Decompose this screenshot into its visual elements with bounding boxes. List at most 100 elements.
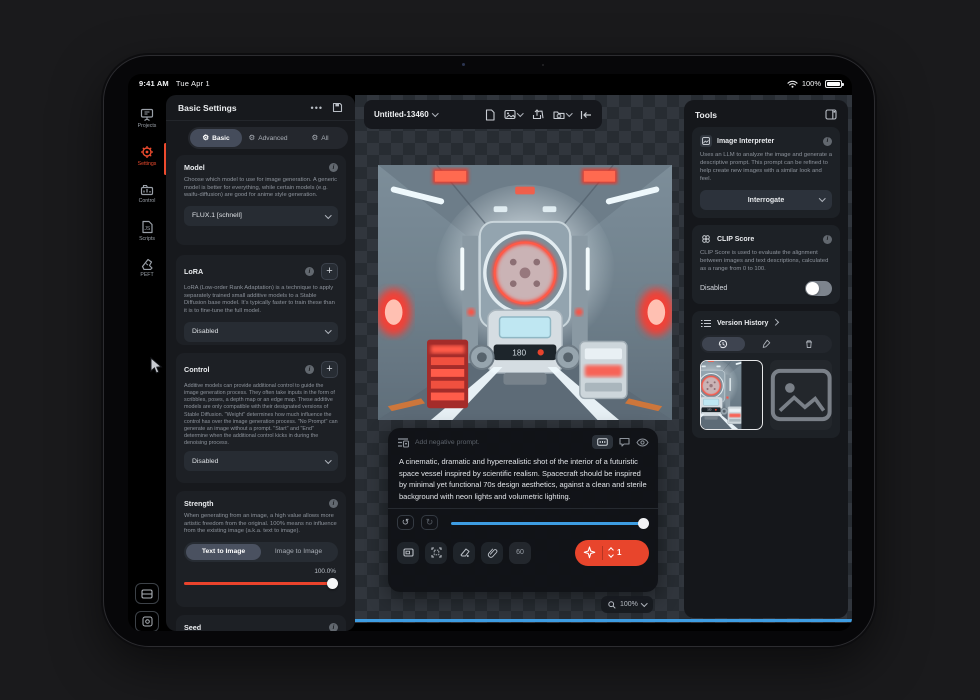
insert-image-button[interactable] [504,109,523,120]
clip-score-toggle[interactable] [805,281,832,296]
more-options-button[interactable]: ••• [311,103,323,113]
control-dropdown[interactable]: Disabled [184,451,338,471]
settings-gear-icon [140,145,154,159]
gear-icon: ⚙ [248,134,255,142]
info-icon[interactable]: i [823,137,832,146]
version-history-header[interactable]: Version History [700,319,832,328]
tab-advanced[interactable]: ⚙Advanced [242,129,294,147]
add-lora-button[interactable]: + [321,263,338,280]
sidebar-item-control[interactable]: Control [128,183,166,204]
new-document-button[interactable] [485,109,495,121]
prompt-textarea[interactable]: A cinematic, dramatic and hyperrealistic… [388,452,658,503]
mode-text-to-image[interactable]: Text to Image [186,544,261,560]
strength-slider[interactable] [184,578,338,589]
info-icon[interactable]: i [823,235,832,244]
lora-dropdown[interactable]: Disabled [184,322,338,342]
slider-knob[interactable] [638,518,649,529]
save-settings-button[interactable] [332,102,343,113]
edits-tab[interactable] [745,337,788,351]
document-title: Untitled-13460 [374,110,429,119]
info-icon[interactable]: i [305,365,314,374]
info-icon[interactable]: i [329,163,338,172]
canvas-size-button[interactable] [397,542,419,564]
add-control-button[interactable]: + [321,361,338,378]
version-history-title: Version History [717,320,768,327]
seed-title: Seed [184,623,329,631]
info-icon[interactable]: i [305,267,314,276]
status-time: 9:41 AM [139,79,169,88]
steps-value[interactable]: 60 [509,542,531,564]
image-icon [504,109,516,120]
chevron-down-icon [608,552,614,558]
chevron-down-icon [325,457,331,463]
collapse-panel-button[interactable] [580,110,592,120]
tab-all[interactable]: ⚙All [294,129,346,147]
resize-canvas-icon [403,547,414,558]
mode-image-to-image[interactable]: Image to Image [261,544,336,560]
tools-header: Tools [684,100,848,127]
interrogate-button[interactable]: Interrogate [700,190,832,210]
generated-image[interactable] [378,165,672,420]
sidebar-item-projects[interactable]: Projects [128,108,166,129]
chevron-down-icon [566,110,572,116]
prompt-strength-row: ↺ ↻ [388,509,658,535]
control-icon [140,183,154,196]
clip-score-toggle-label: Disabled [700,285,805,292]
status-bar: 9:41 AMTue Apr 1 100% [128,74,852,95]
sidebar-item-scripts[interactable]: JS Scripts [128,220,166,242]
collapse-left-icon [580,110,592,120]
gear-square-icon [142,616,153,627]
document-title-menu[interactable]: Untitled-13460 [374,110,437,119]
layout-toggle-button[interactable] [135,583,159,604]
info-icon[interactable]: i [329,623,338,631]
share-button[interactable] [532,109,544,120]
sidebar-item-settings[interactable]: Settings [128,145,166,167]
gear-icon: ⚙ [311,134,318,142]
chevron-down-icon [432,110,438,116]
prompt-queue-icon[interactable] [397,437,409,448]
attach-button[interactable] [481,542,503,564]
crop-button[interactable] [425,542,447,564]
share-icon [532,109,544,120]
preview-visibility-button[interactable] [636,438,649,447]
tab-basic[interactable]: ⚙Basic [190,129,242,147]
panel-toggle-icon[interactable] [825,109,837,120]
version-thumbnails [700,360,832,430]
camera-dot [542,64,544,66]
seed-card: Seed i [176,615,346,631]
chat-bubble-button[interactable] [619,437,630,447]
folder-button[interactable] [553,110,572,120]
chevron-down-icon [819,195,825,201]
model-description: Choose which model to use for image gene… [184,177,338,200]
keyboard-mode-button[interactable] [592,435,613,449]
version-thumbnail-empty[interactable] [770,360,832,430]
version-thumbnail-current[interactable] [700,360,763,430]
history-tab[interactable] [702,337,745,351]
info-icon[interactable]: i [329,499,338,508]
app-settings-button[interactable] [135,611,159,631]
zoom-control[interactable]: 100% [601,596,653,613]
battery-icon [825,80,842,88]
sidebar-label: Projects [138,123,157,129]
eraser-button[interactable] [453,542,475,564]
sidebar-item-peft[interactable]: PEFT [128,257,166,278]
slider-knob[interactable] [327,578,338,589]
undo-button[interactable]: ↺ [397,515,414,530]
chevron-down-icon [325,327,331,333]
chat-bubble-icon [619,437,630,447]
interrogate-label: Interrogate [748,197,785,204]
guidance-slider[interactable] [451,517,649,529]
discard-tab[interactable] [787,337,830,351]
redo-button[interactable]: ↻ [421,515,438,530]
generate-button[interactable]: 1 [575,540,649,566]
paperclip-icon [487,547,498,559]
batch-stepper[interactable] [609,548,613,557]
lora-value: Disabled [192,328,326,335]
image-interpreter-description: Uses an LLM to analyze the image and gen… [700,152,832,183]
negative-prompt-input[interactable]: Add negative prompt. [415,439,586,446]
status-time-date: 9:41 AMTue Apr 1 [139,79,210,88]
camera-dot [462,63,465,66]
clip-score-description: CLIP Score is used to evaluate the align… [700,250,832,274]
chevron-right-icon [772,319,778,325]
model-dropdown[interactable]: FLUX.1 [schnell] [184,206,338,226]
